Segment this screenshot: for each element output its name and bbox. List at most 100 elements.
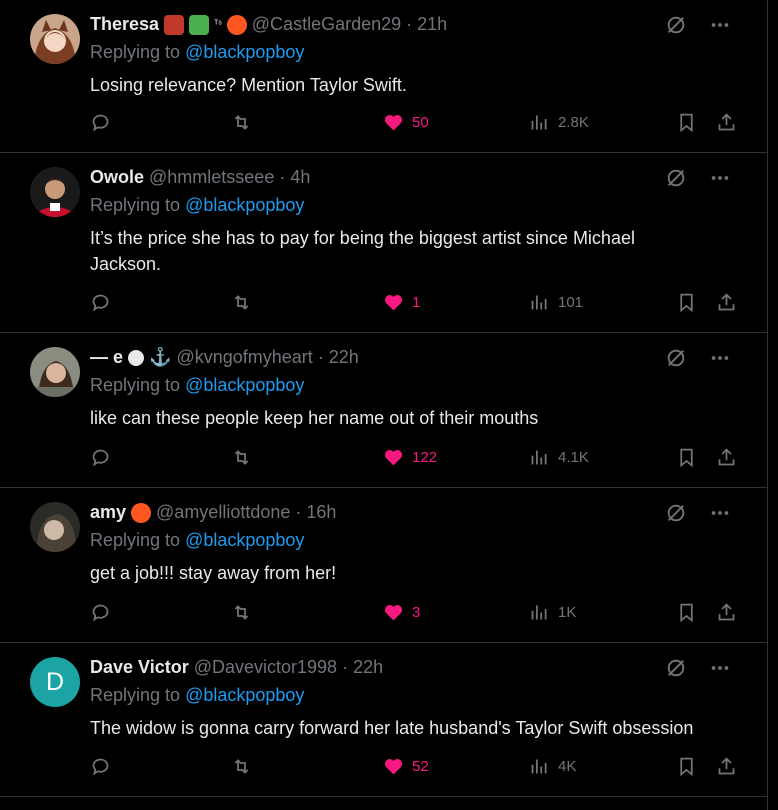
views-button[interactable]: 2.8K	[529, 112, 589, 133]
share-icon	[718, 293, 735, 311]
replying-to-line: Replying to @blackpopboy	[90, 195, 304, 216]
green-book-emoji-icon	[189, 14, 210, 35]
views-button[interactable]: 101	[529, 292, 583, 313]
heart-icon	[384, 295, 403, 311]
grok-icon[interactable]	[665, 657, 687, 679]
like-button[interactable]: 3	[383, 602, 420, 623]
timestamp[interactable]: 16h	[306, 502, 336, 523]
retweet-button[interactable]	[231, 112, 252, 133]
avatar[interactable]: D	[30, 657, 80, 707]
tweet-top-actions	[665, 347, 731, 369]
grok-icon[interactable]	[665, 14, 687, 36]
like-button[interactable]: 1	[383, 292, 420, 313]
retweet-button[interactable]	[231, 756, 252, 777]
replying-to-line: Replying to @blackpopboy	[90, 42, 304, 63]
mention-link[interactable]: @blackpopboy	[185, 685, 304, 705]
red-devil-emoji-icon	[164, 14, 185, 35]
separator-dot: ·	[279, 167, 286, 187]
timestamp[interactable]: 21h	[417, 14, 447, 35]
like-count: 1	[412, 294, 421, 311]
more-options-icon[interactable]	[709, 14, 731, 36]
tweet-top-actions	[665, 502, 731, 524]
more-options-icon[interactable]	[709, 657, 731, 679]
tweet-top-actions	[665, 657, 731, 679]
grok-icon[interactable]	[665, 347, 687, 369]
display-name[interactable]: amy	[90, 502, 126, 523]
tweet-actions: 3 1K	[90, 602, 735, 626]
tweet-header: Theresa ᵀˢ @CastleGarden29 · 21h	[90, 14, 447, 35]
bookmark-icon	[680, 757, 693, 777]
bookmark-button[interactable]	[676, 112, 697, 133]
views-button[interactable]: 1K	[529, 602, 576, 623]
grok-icon[interactable]	[665, 167, 687, 189]
reply-button[interactable]	[90, 447, 111, 468]
more-options-icon[interactable]	[709, 502, 731, 524]
reply-button[interactable]	[90, 602, 111, 623]
timestamp[interactable]: 22h	[353, 657, 383, 678]
share-button[interactable]	[716, 447, 737, 468]
replying-prefix: Replying to	[90, 375, 181, 395]
timestamp[interactable]: 22h	[329, 347, 359, 368]
mention-link[interactable]: @blackpopboy	[185, 530, 304, 550]
reply-button[interactable]	[90, 756, 111, 777]
more-options-icon[interactable]	[709, 347, 731, 369]
avatar[interactable]	[30, 167, 80, 217]
anchor-emoji-icon: ⚓	[149, 347, 172, 367]
more-options-icon[interactable]	[709, 167, 731, 189]
mention-link[interactable]: @blackpopboy	[185, 195, 304, 215]
share-icon	[718, 448, 735, 466]
share-button[interactable]	[716, 602, 737, 623]
bookmark-button[interactable]	[676, 602, 697, 623]
retweet-button[interactable]	[231, 447, 252, 468]
timestamp[interactable]: 4h	[290, 167, 310, 188]
bookmark-button[interactable]	[676, 447, 697, 468]
reply-tweet[interactable]: Theresa ᵀˢ @CastleGarden29 · 21h Replyin…	[0, 0, 767, 153]
display-name[interactable]: — e	[90, 347, 123, 368]
like-button[interactable]: 50	[383, 112, 429, 133]
user-handle[interactable]: @hmmletsseee	[149, 167, 274, 188]
reply-tweet[interactable]: amy @amyelliottdone · 16h Replying to @b…	[0, 488, 767, 643]
retweet-icon	[234, 759, 249, 774]
display-name[interactable]: Dave Victor	[90, 657, 189, 678]
bookmark-button[interactable]	[676, 292, 697, 313]
view-count: 4K	[558, 758, 577, 775]
bookmark-button[interactable]	[676, 756, 697, 777]
display-name[interactable]: Owole	[90, 167, 144, 188]
reply-button[interactable]	[90, 292, 111, 313]
user-handle[interactable]: @CastleGarden29	[252, 14, 401, 35]
reply-tweet[interactable]: — e ⚓ @kvngofmyheart · 22h Replying to @…	[0, 333, 767, 488]
like-button[interactable]: 122	[383, 447, 437, 468]
user-handle[interactable]: @amyelliottdone	[156, 502, 290, 523]
avatar[interactable]	[30, 502, 80, 552]
reply-tweet[interactable]: D Dave Victor @Davevictor1998 · 22h Repl…	[0, 643, 767, 797]
share-icon	[718, 603, 735, 621]
share-button[interactable]	[716, 756, 737, 777]
reply-icon	[92, 604, 109, 622]
star-circle-emoji-icon	[128, 349, 145, 366]
replying-prefix: Replying to	[90, 42, 181, 62]
retweet-icon	[234, 295, 249, 310]
share-button[interactable]	[716, 112, 737, 133]
grok-icon[interactable]	[665, 502, 687, 524]
avatar[interactable]	[30, 14, 80, 64]
share-button[interactable]	[716, 292, 737, 313]
user-handle[interactable]: @Davevictor1998	[194, 657, 337, 678]
avatar[interactable]	[30, 347, 80, 397]
reply-button[interactable]	[90, 112, 111, 133]
mention-link[interactable]: @blackpopboy	[185, 42, 304, 62]
views-button[interactable]: 4K	[529, 756, 576, 777]
avatar-letter: D	[45, 667, 65, 696]
like-button[interactable]: 52	[383, 756, 429, 777]
display-name[interactable]: Theresa	[90, 14, 159, 35]
share-icon	[718, 757, 735, 775]
mention-link[interactable]: @blackpopboy	[185, 375, 304, 395]
replying-prefix: Replying to	[90, 530, 181, 550]
reply-tweet[interactable]: Owole @hmmletsseee · 4h Replying to @bla…	[0, 153, 767, 333]
retweet-button[interactable]	[231, 292, 252, 313]
replies-timeline: Theresa ᵀˢ @CastleGarden29 · 21h Replyin…	[0, 0, 768, 810]
views-button[interactable]: 4.1K	[529, 447, 589, 468]
user-handle[interactable]: @kvngofmyheart	[176, 347, 312, 368]
retweet-button[interactable]	[231, 602, 252, 623]
view-count: 4.1K	[558, 449, 589, 466]
fire-heart-emoji-icon	[226, 14, 247, 35]
